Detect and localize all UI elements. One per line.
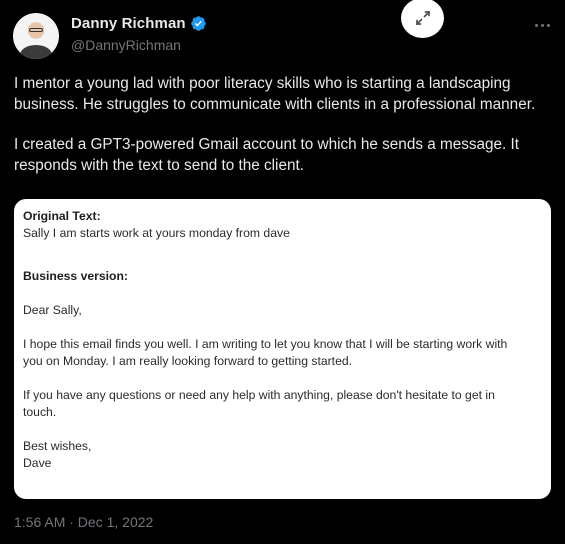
- email-signoff: Best wishes,: [23, 439, 92, 453]
- email-body-line: I hope this email finds you well. I am w…: [23, 337, 508, 351]
- author-avatar[interactable]: [13, 13, 59, 59]
- email-body-line: you on Monday. I am really looking forwa…: [23, 354, 353, 368]
- avatar-glasses: [29, 28, 43, 32]
- tweet-timestamp[interactable]: 1:56 AM · Dec 1, 2022: [14, 514, 153, 530]
- author-handle[interactable]: @DannyRichman: [71, 37, 181, 53]
- expand-button[interactable]: [401, 0, 444, 38]
- more-options-button[interactable]: [531, 18, 553, 32]
- email-greeting: Dear Sally,: [23, 303, 82, 317]
- author-name[interactable]: Danny Richman: [71, 15, 186, 32]
- email-body-line: If you have any questions or need any he…: [23, 388, 495, 402]
- business-version-label: Business version:: [23, 269, 128, 283]
- more-options-icon: [534, 23, 538, 27]
- avatar-shirt: [20, 45, 52, 59]
- tweet-paragraph: I created a GPT3-powered Gmail account t…: [14, 136, 520, 174]
- author-name-row: Danny Richman: [71, 15, 207, 32]
- more-options-icon: [540, 23, 544, 27]
- expand-icon: [415, 11, 430, 25]
- email-body-line: touch.: [23, 405, 57, 419]
- tweet-paragraph: I mentor a young lad with poor literacy …: [14, 75, 536, 113]
- original-text-label: Original Text:: [23, 209, 101, 223]
- tweet-text: I mentor a young lad with poor literacy …: [14, 74, 559, 196]
- verified-badge-icon: [190, 16, 206, 31]
- more-options-icon: [546, 23, 550, 27]
- email-signature: Dave: [23, 456, 52, 470]
- original-text: Sally I am starts work at yours monday f…: [23, 226, 290, 240]
- attached-image[interactable]: Original Text: Sally I am starts work at…: [14, 199, 551, 499]
